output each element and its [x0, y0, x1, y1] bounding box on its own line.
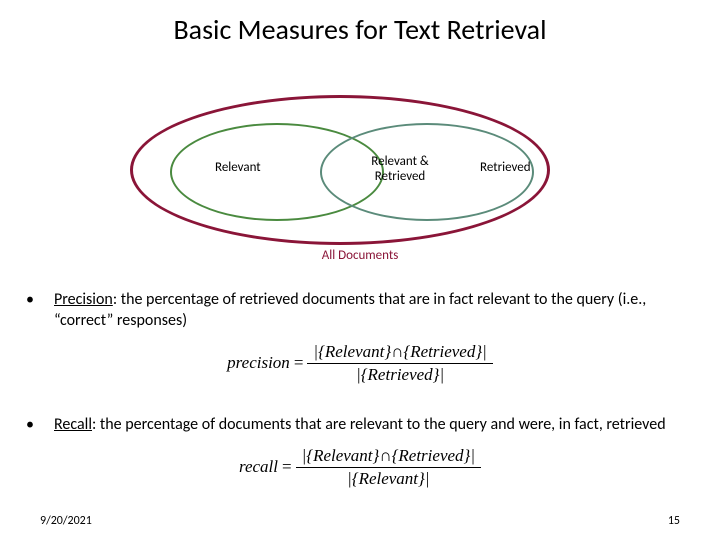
- label-relevant: Relevant: [215, 161, 261, 176]
- recall-desc: : the percentage of documents that are r…: [92, 415, 666, 434]
- recall-term: Recall: [54, 415, 92, 434]
- precision-term: Precision: [54, 290, 113, 309]
- precision-desc: : the percentage of retrieved documents …: [54, 290, 646, 330]
- precision-block: • Precision: the percentage of retrieved…: [20, 290, 700, 385]
- recall-text: Recall: the percentage of documents that…: [54, 415, 700, 436]
- precision-denominator: |{Retrieved}|: [350, 365, 450, 385]
- bullet-icon: •: [20, 415, 54, 436]
- footer-page-number: 15: [668, 514, 680, 528]
- recall-numerator: |{Relevant}∩{Retrieved}|: [296, 446, 481, 466]
- footer-date: 9/20/2021: [40, 514, 92, 528]
- bullet-icon: •: [20, 290, 54, 311]
- recall-denominator: |{Relevant}|: [341, 469, 435, 489]
- venn-diagram: Relevant Relevant & Retrieved Retrieved: [130, 95, 550, 245]
- recall-lhs: recall: [239, 457, 282, 477]
- label-retrieved: Retrieved: [480, 161, 531, 176]
- precision-text: Precision: the percentage of retrieved d…: [54, 290, 700, 332]
- precision-formula: precision = |{Relevant}∩{Retrieved}| |{R…: [20, 342, 700, 385]
- recall-block: • Recall: the percentage of documents th…: [20, 415, 700, 489]
- precision-numerator: |{Relevant}∩{Retrieved}|: [307, 342, 492, 362]
- label-relevant-and-retrieved: Relevant & Retrieved: [365, 155, 435, 185]
- recall-formula: recall = |{Relevant}∩{Retrieved}| |{Rele…: [20, 446, 700, 489]
- label-all-documents: All Documents: [0, 248, 720, 263]
- precision-lhs: precision: [227, 353, 294, 373]
- slide-title: Basic Measures for Text Retrieval: [0, 12, 720, 47]
